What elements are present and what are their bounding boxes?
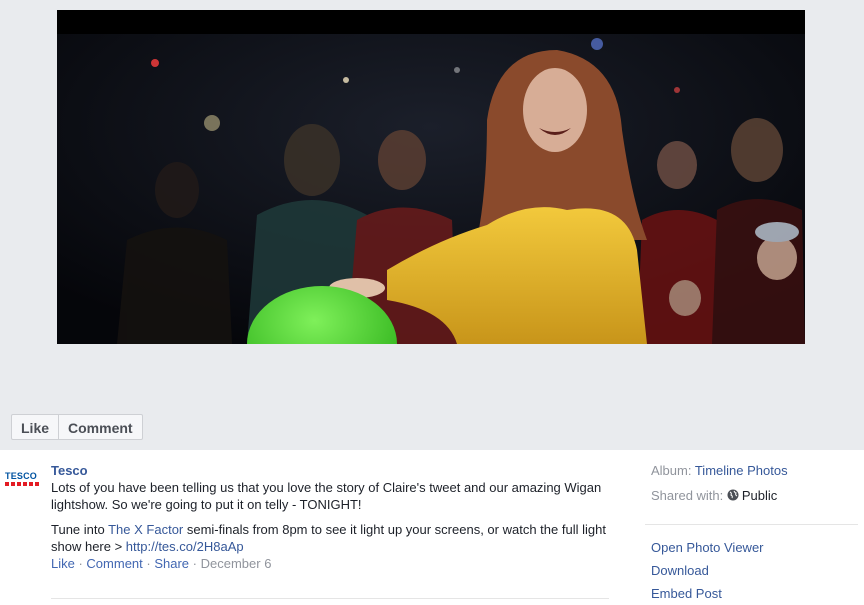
tesco-logo[interactable]: TESCO	[5, 472, 41, 490]
meta-separator: ·	[74, 556, 87, 571]
photo-info-sidebar: Album: Timeline Photos Shared with: Publ…	[651, 462, 864, 504]
globe-icon	[727, 489, 739, 501]
paragraph-text: Tune into	[51, 522, 109, 537]
logo-stripes	[5, 482, 39, 486]
like-button[interactable]: Like	[11, 414, 60, 440]
privacy-row: Shared with: Public	[651, 487, 864, 504]
comment-button[interactable]: Comment	[59, 414, 143, 440]
timeline-photo[interactable]	[57, 10, 805, 344]
sidebar-divider	[645, 524, 858, 525]
photo-stage: Like Comment	[0, 0, 864, 450]
post-date[interactable]: December 6	[201, 556, 272, 571]
privacy-value[interactable]: Public	[727, 488, 777, 503]
shared-label: Shared with:	[651, 488, 727, 503]
post-paragraph-2: Tune into The X Factor semi-finals from …	[51, 521, 613, 555]
post-comment-link[interactable]: Comment	[86, 556, 142, 571]
x-factor-link[interactable]: The X Factor	[108, 522, 183, 537]
post-divider	[51, 598, 609, 599]
post-meta-bar: Like · Comment · Share · December 6	[51, 555, 613, 572]
page-name-link[interactable]: Tesco	[51, 462, 613, 479]
post-like-link[interactable]: Like	[51, 556, 75, 571]
logo-wordmark: TESCO	[5, 471, 38, 481]
album-label: Album:	[651, 463, 695, 478]
photo-scene	[57, 10, 805, 344]
post-body: Tesco Lots of you have been telling us t…	[51, 462, 613, 572]
embed-post-link[interactable]: Embed Post	[651, 582, 764, 605]
meta-separator: ·	[142, 556, 155, 571]
photo-action-bar: Like Comment	[11, 414, 143, 440]
album-row: Album: Timeline Photos	[651, 462, 864, 479]
album-link[interactable]: Timeline Photos	[695, 463, 788, 478]
post-share-link[interactable]: Share	[154, 556, 189, 571]
photo-actions-list: Open Photo Viewer Download Embed Post	[651, 536, 764, 605]
meta-separator: ·	[189, 556, 201, 571]
open-photo-viewer-link[interactable]: Open Photo Viewer	[651, 536, 764, 559]
download-link[interactable]: Download	[651, 559, 764, 582]
privacy-text: Public	[741, 488, 778, 503]
post-paragraph-1: Lots of you have been telling us that yo…	[51, 480, 602, 512]
light-show-url-link[interactable]: http://tes.co/2H8aAp	[126, 539, 244, 554]
